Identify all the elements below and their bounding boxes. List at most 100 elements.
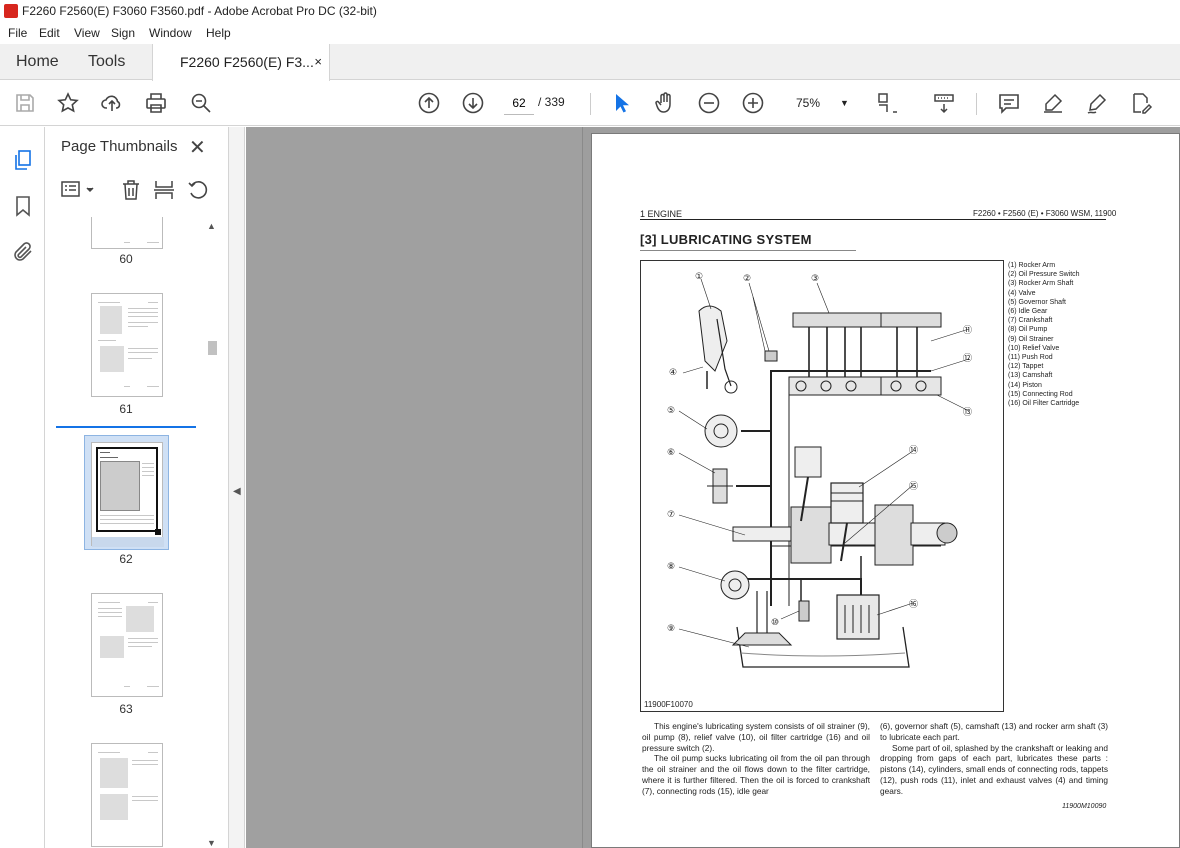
zoom-level-select[interactable]: 75% ▼ [780, 91, 856, 115]
legend-item: (1) Rocker Arm [1008, 262, 1056, 269]
tab-document[interactable]: F2260 F2560(E) F3... × [152, 44, 330, 81]
body-column-left: This engine's lubricating system consist… [642, 721, 870, 797]
scrollbar-thumb[interactable] [208, 341, 217, 355]
tab-home[interactable]: Home [16, 44, 59, 80]
thumbnail-page-selected[interactable] [91, 442, 164, 547]
legend-item: (7) Crankshaft [1008, 317, 1053, 325]
callout-16: ⑯ [909, 599, 918, 610]
scroll-mode-icon[interactable] [932, 91, 956, 115]
section-title: [3] LUBRICATING SYSTEM [640, 232, 812, 247]
menu-view[interactable]: View [74, 22, 100, 44]
close-tab-icon[interactable]: × [314, 44, 322, 80]
rotate-page-icon[interactable] [187, 179, 211, 201]
callout-14: ⑭ [909, 445, 918, 456]
body-paragraph: This engine's lubricating system consist… [642, 721, 870, 753]
thumbnail-list: 60 61 62 63 [46, 217, 214, 848]
callout-7: ⑦ [667, 510, 675, 520]
body-paragraph: The oil pump sucks lubricating oil from … [642, 753, 870, 796]
page-header-left: 1 ENGINE [640, 209, 683, 219]
drop-indicator [56, 426, 196, 428]
section-rule [640, 250, 856, 251]
callout-12: ⑫ [963, 353, 972, 364]
fit-page-icon[interactable] [876, 91, 900, 115]
toolbar-divider-2 [976, 93, 977, 115]
panel-splitter[interactable]: ◀ [228, 127, 245, 848]
zoom-in-icon[interactable] [741, 91, 765, 115]
zoom-level-value: 75% [796, 96, 821, 110]
legend-item: (15) Connecting Rod [1008, 390, 1073, 398]
attachment-icon[interactable] [11, 240, 35, 264]
thumbnails-panel: Page Thumbnails ✕ 60 61 62 63 ▲ ▼ [46, 127, 228, 848]
page-up-icon[interactable] [417, 91, 441, 115]
menu-help[interactable]: Help [206, 22, 231, 44]
legend-item: (3) Rocker Arm Shaft [1008, 280, 1074, 288]
page-thumbnails-icon[interactable] [11, 148, 35, 172]
thumbnail-page-number: 62 [119, 552, 133, 566]
bookmark-icon[interactable] [11, 194, 35, 218]
menu-bar: File Edit View Sign Window Help [0, 22, 1180, 44]
legend-item: (11) Push Rod [1008, 354, 1053, 362]
total-pages: / 339 [538, 95, 565, 109]
legend-item: (2) Oil Pressure Switch [1008, 271, 1080, 279]
thumbnail-page[interactable] [91, 293, 163, 397]
zoom-search-icon[interactable] [189, 91, 213, 115]
menu-file[interactable]: File [8, 22, 27, 44]
thumbnail-page[interactable] [91, 217, 163, 249]
tab-document-label: F2260 F2560(E) F3... [180, 54, 314, 70]
collapse-panel-icon[interactable]: ◀ [233, 486, 241, 497]
left-nav-rail [0, 127, 45, 848]
resize-handle[interactable] [155, 529, 161, 535]
menu-edit[interactable]: Edit [39, 22, 60, 44]
callout-5: ⑤ [667, 406, 675, 416]
document-view[interactable]: 1 ENGINE F2260 • F2560 (E) • F3060 WSM, … [246, 127, 1180, 848]
parts-legend: (1) Rocker Arm (2) Oil Pressure Switch (… [1008, 261, 1080, 408]
thumbnail-page[interactable] [91, 593, 163, 697]
legend-item: (9) Oil Strainer [1008, 335, 1054, 343]
highlight-icon[interactable] [1041, 91, 1065, 115]
callout-11: ⑪ [963, 325, 972, 336]
page-down-icon[interactable] [461, 91, 485, 115]
legend-item: (12) Tappet [1008, 363, 1044, 371]
callout-3: ③ [811, 274, 819, 284]
edit-pdf-icon[interactable] [1129, 91, 1153, 115]
previous-page-edge [246, 127, 583, 848]
print-icon[interactable] [144, 91, 168, 115]
menu-window[interactable]: Window [149, 22, 192, 44]
tab-tools[interactable]: Tools [88, 44, 125, 80]
page-number-input[interactable] [504, 91, 534, 115]
pdf-page: 1 ENGINE F2260 • F2560 (E) • F3060 WSM, … [591, 133, 1180, 848]
callout-2: ② [743, 274, 751, 284]
star-icon[interactable] [56, 91, 80, 115]
hand-icon[interactable] [653, 91, 677, 115]
thumbnail-scrollbar[interactable]: ▲ ▼ [205, 217, 219, 848]
panel-title: Page Thumbnails [61, 138, 178, 155]
toolbar: / 339 75% ▼ [0, 81, 1180, 126]
callout-4: ④ [669, 368, 677, 378]
sign-icon[interactable] [1085, 91, 1109, 115]
legend-item: (6) Idle Gear [1008, 308, 1048, 316]
thumbnail-page-number: 61 [119, 402, 133, 416]
callout-9: ⑨ [667, 624, 675, 634]
zoom-out-icon[interactable] [697, 91, 721, 115]
close-panel-icon[interactable]: ✕ [189, 135, 206, 160]
thumbnail-page-number: 60 [119, 252, 133, 266]
document-reference: 11900M10090 [1062, 803, 1107, 810]
select-arrow-icon[interactable] [609, 91, 633, 115]
body-paragraph: (6), governor shaft (5), camshaft (13) a… [880, 721, 1108, 742]
callout-10: ⑩ [771, 618, 779, 628]
body-column-right: (6), governor shaft (5), camshaft (13) a… [880, 721, 1108, 797]
thumbnail-page[interactable] [91, 743, 163, 847]
callout-1: ① [695, 272, 703, 282]
thumbnail-options-button[interactable] [61, 179, 97, 201]
save-icon[interactable] [13, 91, 37, 115]
insert-page-icon[interactable] [153, 179, 177, 201]
body-paragraph: Some part of oil, splashed by the cranks… [880, 742, 1108, 796]
upload-icon[interactable] [100, 91, 124, 115]
delete-page-icon[interactable] [120, 179, 144, 201]
scroll-down-icon[interactable]: ▼ [207, 838, 216, 848]
legend-item: (13) Camshaft [1008, 372, 1053, 380]
scroll-up-icon[interactable]: ▲ [207, 221, 216, 231]
legend-item: (10) Relief Valve [1008, 344, 1060, 352]
menu-sign[interactable]: Sign [111, 22, 135, 44]
comment-icon[interactable] [997, 91, 1021, 115]
